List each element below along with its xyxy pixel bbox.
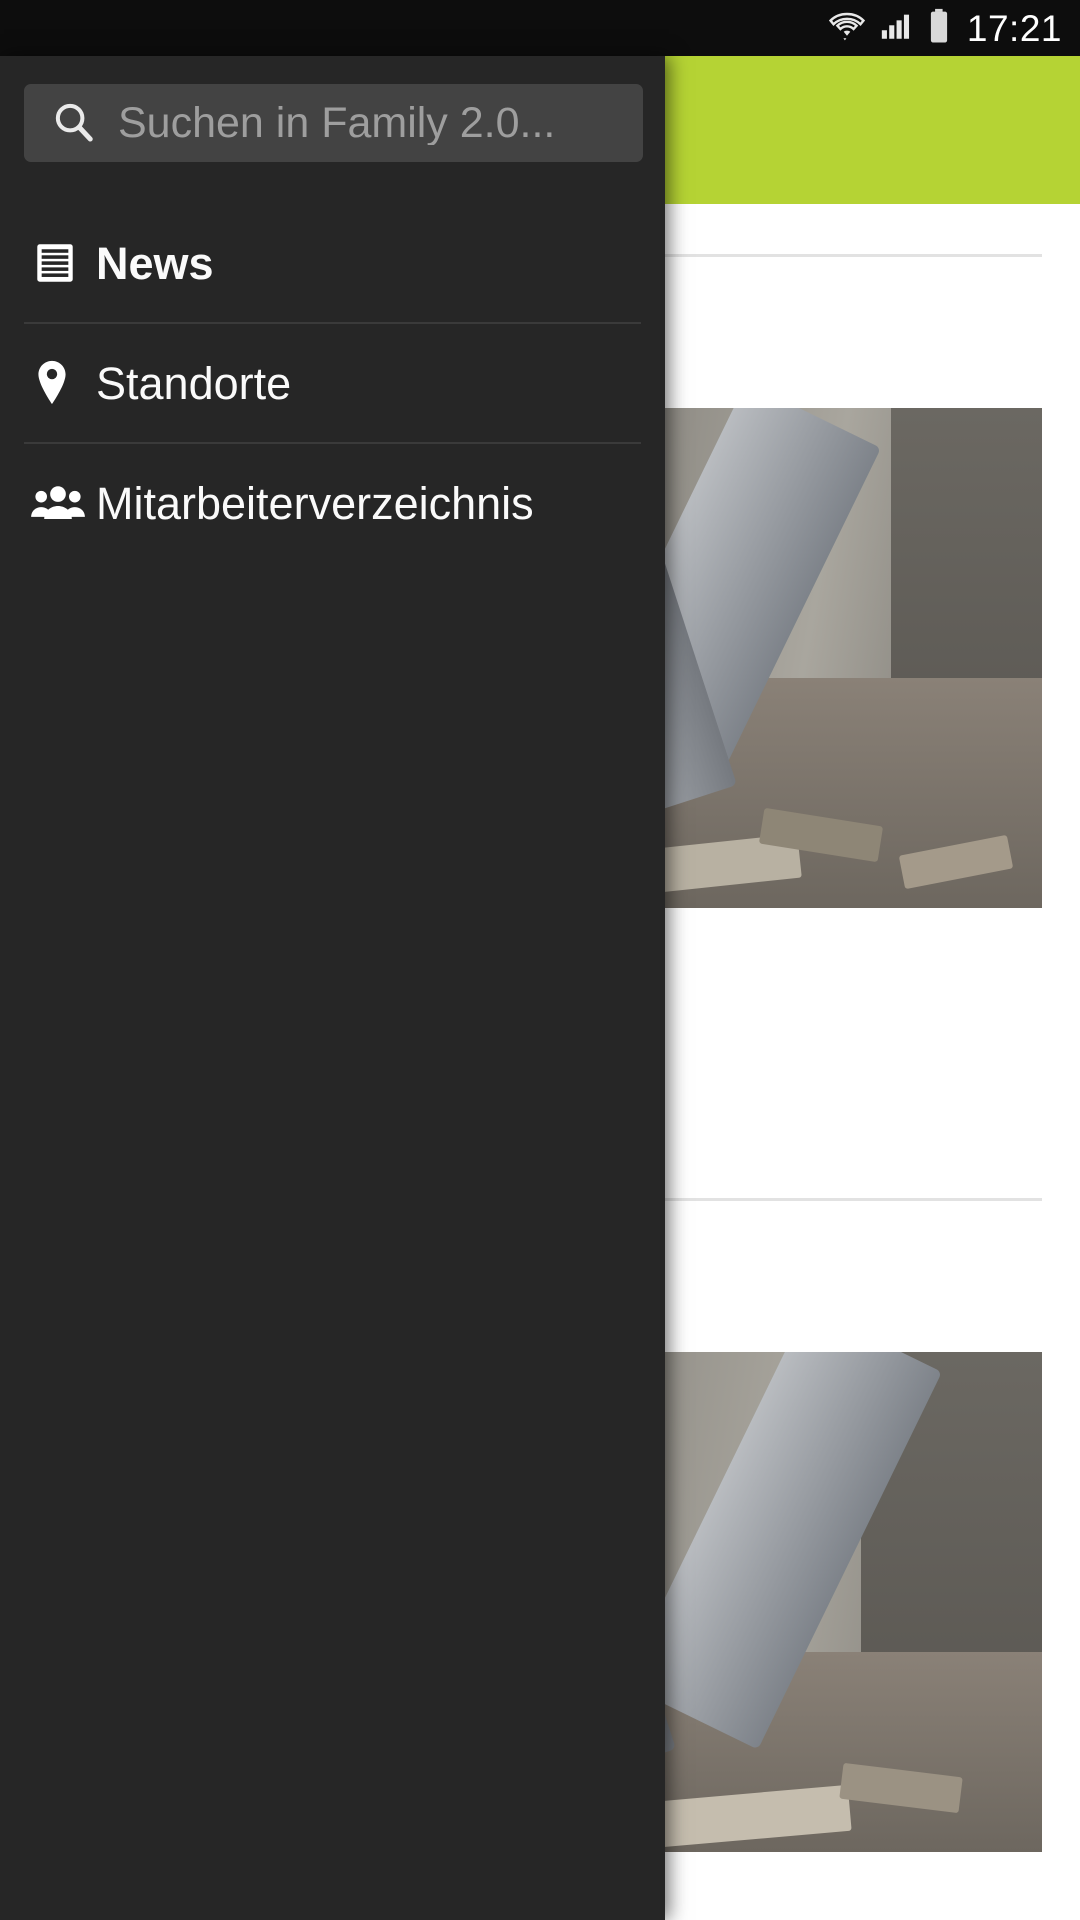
status-bar-icons — [828, 8, 951, 49]
people-group-icon — [30, 481, 96, 525]
article-icon — [30, 238, 96, 288]
status-bar-clock: 17:21 — [966, 7, 1062, 49]
search-input[interactable]: Suchen in Family 2.0... — [24, 84, 643, 162]
search-icon — [50, 98, 96, 149]
sidebar-item-label: Mitarbeiterverzeichnis — [96, 477, 534, 529]
search-container: Suchen in Family 2.0... — [0, 56, 665, 162]
sidebar-item-standorte[interactable]: Standorte — [0, 324, 665, 442]
sidebar-item-mitarbeiterverzeichnis[interactable]: Mitarbeiterverzeichnis — [0, 444, 665, 562]
sidebar-item-label: Standorte — [96, 357, 292, 409]
wifi-icon — [828, 8, 866, 49]
sidebar-item-label: News — [96, 237, 214, 289]
search-placeholder: Suchen in Family 2.0... — [118, 101, 556, 145]
location-pin-icon — [30, 358, 96, 408]
navigation-drawer: Suchen in Family 2.0... News Standorte M… — [0, 56, 665, 1920]
status-bar: 17:21 — [0, 0, 1080, 56]
battery-icon — [927, 8, 951, 49]
drawer-nav-list: News Standorte Mitarbeiterverzeichnis — [0, 204, 665, 562]
sidebar-item-news[interactable]: News — [0, 204, 665, 322]
phone-screen: 17:21 SCH UMWEL — [0, 0, 1080, 1920]
cellular-signal-icon — [879, 9, 913, 48]
